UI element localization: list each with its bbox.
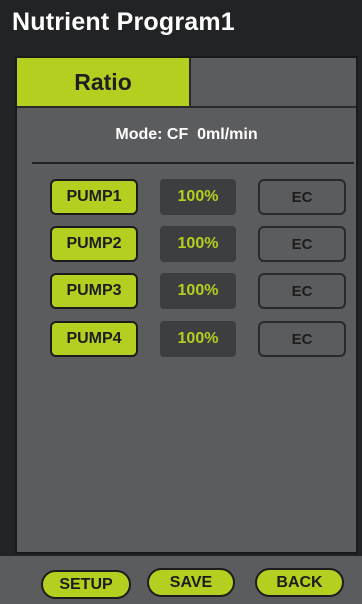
setup-button[interactable]: SETUP bbox=[41, 570, 131, 599]
tab-ratio[interactable]: Ratio bbox=[17, 58, 191, 108]
nutrient-program-screen: Nutrient Program1 Ratio Mode: CF 0ml/min… bbox=[0, 0, 362, 604]
pump-row: PUMP4 100% EC bbox=[17, 321, 356, 359]
tab-empty bbox=[191, 58, 356, 108]
pump-row: PUMP1 100% EC bbox=[17, 179, 356, 217]
save-button[interactable]: SAVE bbox=[147, 568, 235, 597]
pump3-percent: 100% bbox=[160, 273, 236, 309]
pump-row: PUMP3 100% EC bbox=[17, 273, 356, 311]
pump1-button[interactable]: PUMP1 bbox=[50, 179, 138, 215]
divider bbox=[32, 162, 354, 164]
mode-status-text: Mode: CF 0ml/min bbox=[115, 126, 258, 143]
page-title: Nutrient Program1 bbox=[12, 8, 235, 36]
pump3-ec-button[interactable]: EC bbox=[258, 273, 346, 309]
mode-status: Mode: CF 0ml/min bbox=[17, 126, 356, 144]
pump2-percent: 100% bbox=[160, 226, 236, 262]
ratio-panel: Ratio Mode: CF 0ml/min PUMP1 100% EC PUM… bbox=[15, 56, 358, 554]
pump2-button[interactable]: PUMP2 bbox=[50, 226, 138, 262]
pump2-ec-button[interactable]: EC bbox=[258, 226, 346, 262]
pump4-button[interactable]: PUMP4 bbox=[50, 321, 138, 357]
pump4-ec-button[interactable]: EC bbox=[258, 321, 346, 357]
pump1-ec-button[interactable]: EC bbox=[258, 179, 346, 215]
title-bar: Nutrient Program1 bbox=[0, 0, 362, 50]
footer-bar: SETUP SAVE BACK bbox=[0, 556, 362, 604]
pump4-percent: 100% bbox=[160, 321, 236, 357]
pump-row: PUMP2 100% EC bbox=[17, 226, 356, 264]
back-button[interactable]: BACK bbox=[255, 568, 344, 597]
pump1-percent: 100% bbox=[160, 179, 236, 215]
pump3-button[interactable]: PUMP3 bbox=[50, 273, 138, 309]
